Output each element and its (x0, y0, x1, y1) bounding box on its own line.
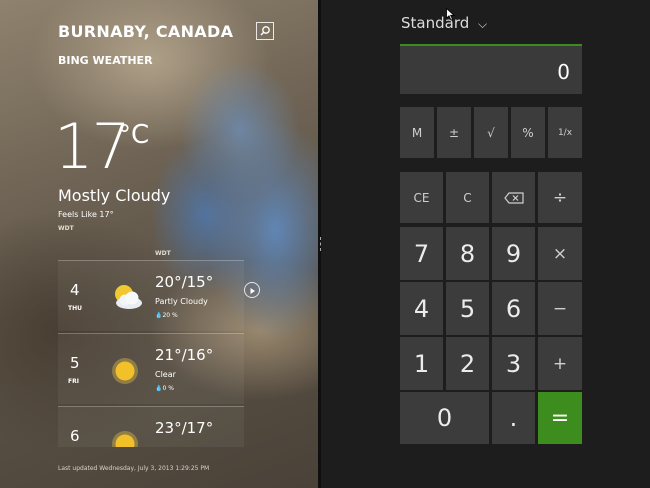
chevron-down-icon: ⌵ (478, 17, 488, 31)
mode-label: Standard (401, 14, 470, 32)
forecast-day[interactable]: 6 23°/17° (58, 406, 244, 447)
forecast-condition: Partly Cloudy (155, 297, 208, 306)
decimal-button[interactable]: . (492, 392, 535, 444)
play-icon (250, 288, 255, 294)
backspace-button[interactable] (492, 172, 535, 223)
forecast-station: WDT (155, 250, 171, 257)
digit-4-button[interactable]: 4 (400, 282, 443, 335)
percent-button[interactable]: % (511, 107, 545, 158)
divide-button[interactable]: ÷ (538, 172, 582, 223)
mouse-cursor-icon (446, 8, 455, 21)
calculator-app-pane: Standard ⌵ 0 M ± √ % 1/x CE C ÷ 7 8 9 × … (321, 0, 650, 488)
multiply-button[interactable]: × (538, 227, 582, 280)
current-condition: Mostly Cloudy (58, 186, 171, 205)
digit-1-button[interactable]: 1 (400, 337, 443, 390)
mode-selector[interactable]: Standard ⌵ (401, 14, 487, 32)
digit-5-button[interactable]: 5 (446, 282, 489, 335)
feels-like: Feels Like 17° (58, 210, 114, 219)
equals-button[interactable]: = (538, 392, 582, 444)
backspace-icon (503, 191, 524, 204)
add-button[interactable]: + (538, 337, 582, 390)
partly-cloudy-icon (110, 283, 144, 315)
memory-button[interactable]: M (400, 107, 434, 158)
day-number: 4 (70, 281, 80, 299)
day-number: 6 (70, 427, 80, 445)
clear-entry-button[interactable]: CE (400, 172, 443, 223)
display-value: 0 (557, 60, 570, 84)
digit-6-button[interactable]: 6 (492, 282, 535, 335)
day-name: FRI (68, 378, 79, 385)
square-root-button[interactable]: √ (474, 107, 508, 158)
subtract-button[interactable]: − (538, 282, 582, 335)
high-low-temp: 23°/17° (155, 419, 214, 437)
high-low-temp: 20°/15° (155, 273, 214, 291)
day-number: 5 (70, 354, 80, 372)
precipitation-chance: 💧20 % (155, 312, 178, 319)
weather-station: WDT (58, 225, 74, 232)
day-name: THU (68, 305, 82, 312)
sun-icon (110, 356, 140, 390)
forecast-day[interactable]: 4 THU 20°/15° Partly Cloudy 💧20 % (58, 260, 244, 331)
digit-3-button[interactable]: 3 (492, 337, 535, 390)
negate-button[interactable]: ± (437, 107, 471, 158)
precipitation-chance: 💧0 % (155, 385, 174, 392)
forecast-day[interactable]: 5 FRI 21°/16° Clear 💧0 % (58, 333, 244, 404)
app-name: BING WEATHER (58, 54, 153, 67)
digit-7-button[interactable]: 7 (400, 227, 443, 280)
digit-8-button[interactable]: 8 (446, 227, 489, 280)
reciprocal-button[interactable]: 1/x (548, 107, 582, 158)
daily-forecast-list: 4 THU 20°/15° Partly Cloudy 💧20 % 5 FRI (58, 260, 244, 449)
more-forecast-button[interactable] (244, 282, 260, 298)
city-title[interactable]: BURNABY, CANADA (58, 22, 233, 41)
digit-0-button[interactable]: 0 (400, 392, 489, 444)
digit-9-button[interactable]: 9 (492, 227, 535, 280)
high-low-temp: 21°/16° (155, 346, 214, 364)
result-display: 0 (400, 44, 582, 94)
digit-2-button[interactable]: 2 (446, 337, 489, 390)
forecast-condition: Clear (155, 370, 176, 379)
clear-button[interactable]: C (446, 172, 489, 223)
search-button[interactable] (256, 22, 274, 40)
weather-app-pane: BURNABY, CANADA BING WEATHER 17 °C Mostl… (0, 0, 318, 488)
sun-icon (110, 429, 140, 447)
search-icon (260, 26, 270, 36)
temperature-unit: °C (118, 120, 150, 150)
last-updated: Last updated Wednesday, July 3, 2013 1:2… (58, 465, 210, 472)
